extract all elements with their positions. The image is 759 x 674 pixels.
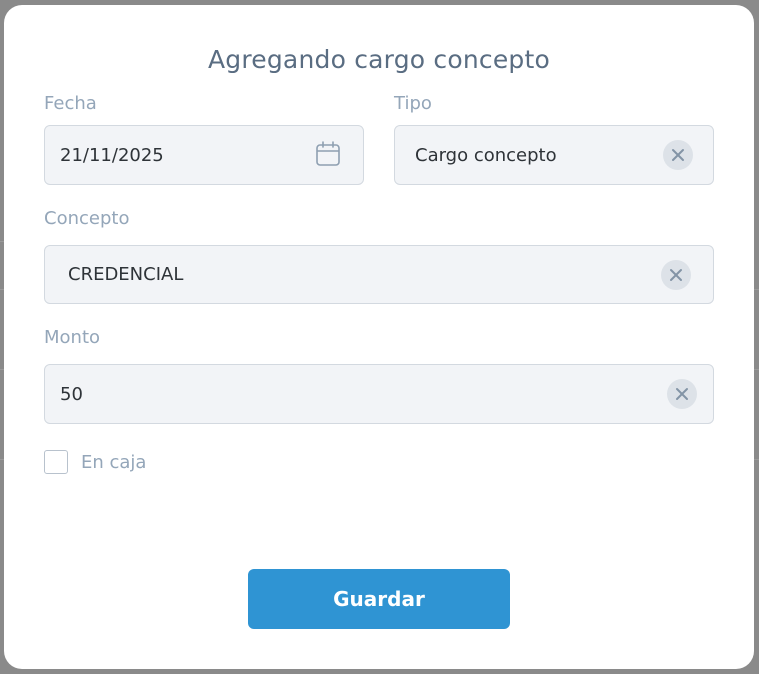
fecha-value: 21/11/2025 [60,144,164,166]
monto-input[interactable]: 50 [44,364,714,424]
close-icon [672,149,684,161]
tipo-label: Tipo [394,93,432,114]
concepto-value: CREDENCIAL [68,264,184,285]
monto-label: Monto [44,327,101,348]
fecha-date-field[interactable]: 21/11/2025 [44,125,364,185]
concepto-select[interactable]: CREDENCIAL [44,245,714,304]
tipo-clear-button[interactable] [663,140,693,170]
monto-clear-button[interactable] [667,379,697,409]
add-charge-modal: Agregando cargo concepto Fecha 21/11/202… [4,5,754,669]
close-icon [676,388,688,400]
close-icon [670,269,682,281]
background-divider [754,459,759,460]
concepto-label: Concepto [44,208,130,229]
modal-title: Agregando cargo concepto [207,45,551,74]
en-caja-label[interactable]: En caja [81,452,146,473]
en-caja-checkbox[interactable] [44,450,68,474]
fecha-label: Fecha [44,93,97,114]
monto-value: 50 [60,383,83,405]
tipo-value: Cargo concepto [415,144,557,166]
calendar-icon[interactable] [315,140,341,168]
background-divider [754,289,759,290]
tipo-select[interactable]: Cargo concepto [394,125,714,185]
save-button[interactable]: Guardar [248,569,510,629]
background-divider [754,369,759,370]
concepto-clear-button[interactable] [661,260,691,290]
